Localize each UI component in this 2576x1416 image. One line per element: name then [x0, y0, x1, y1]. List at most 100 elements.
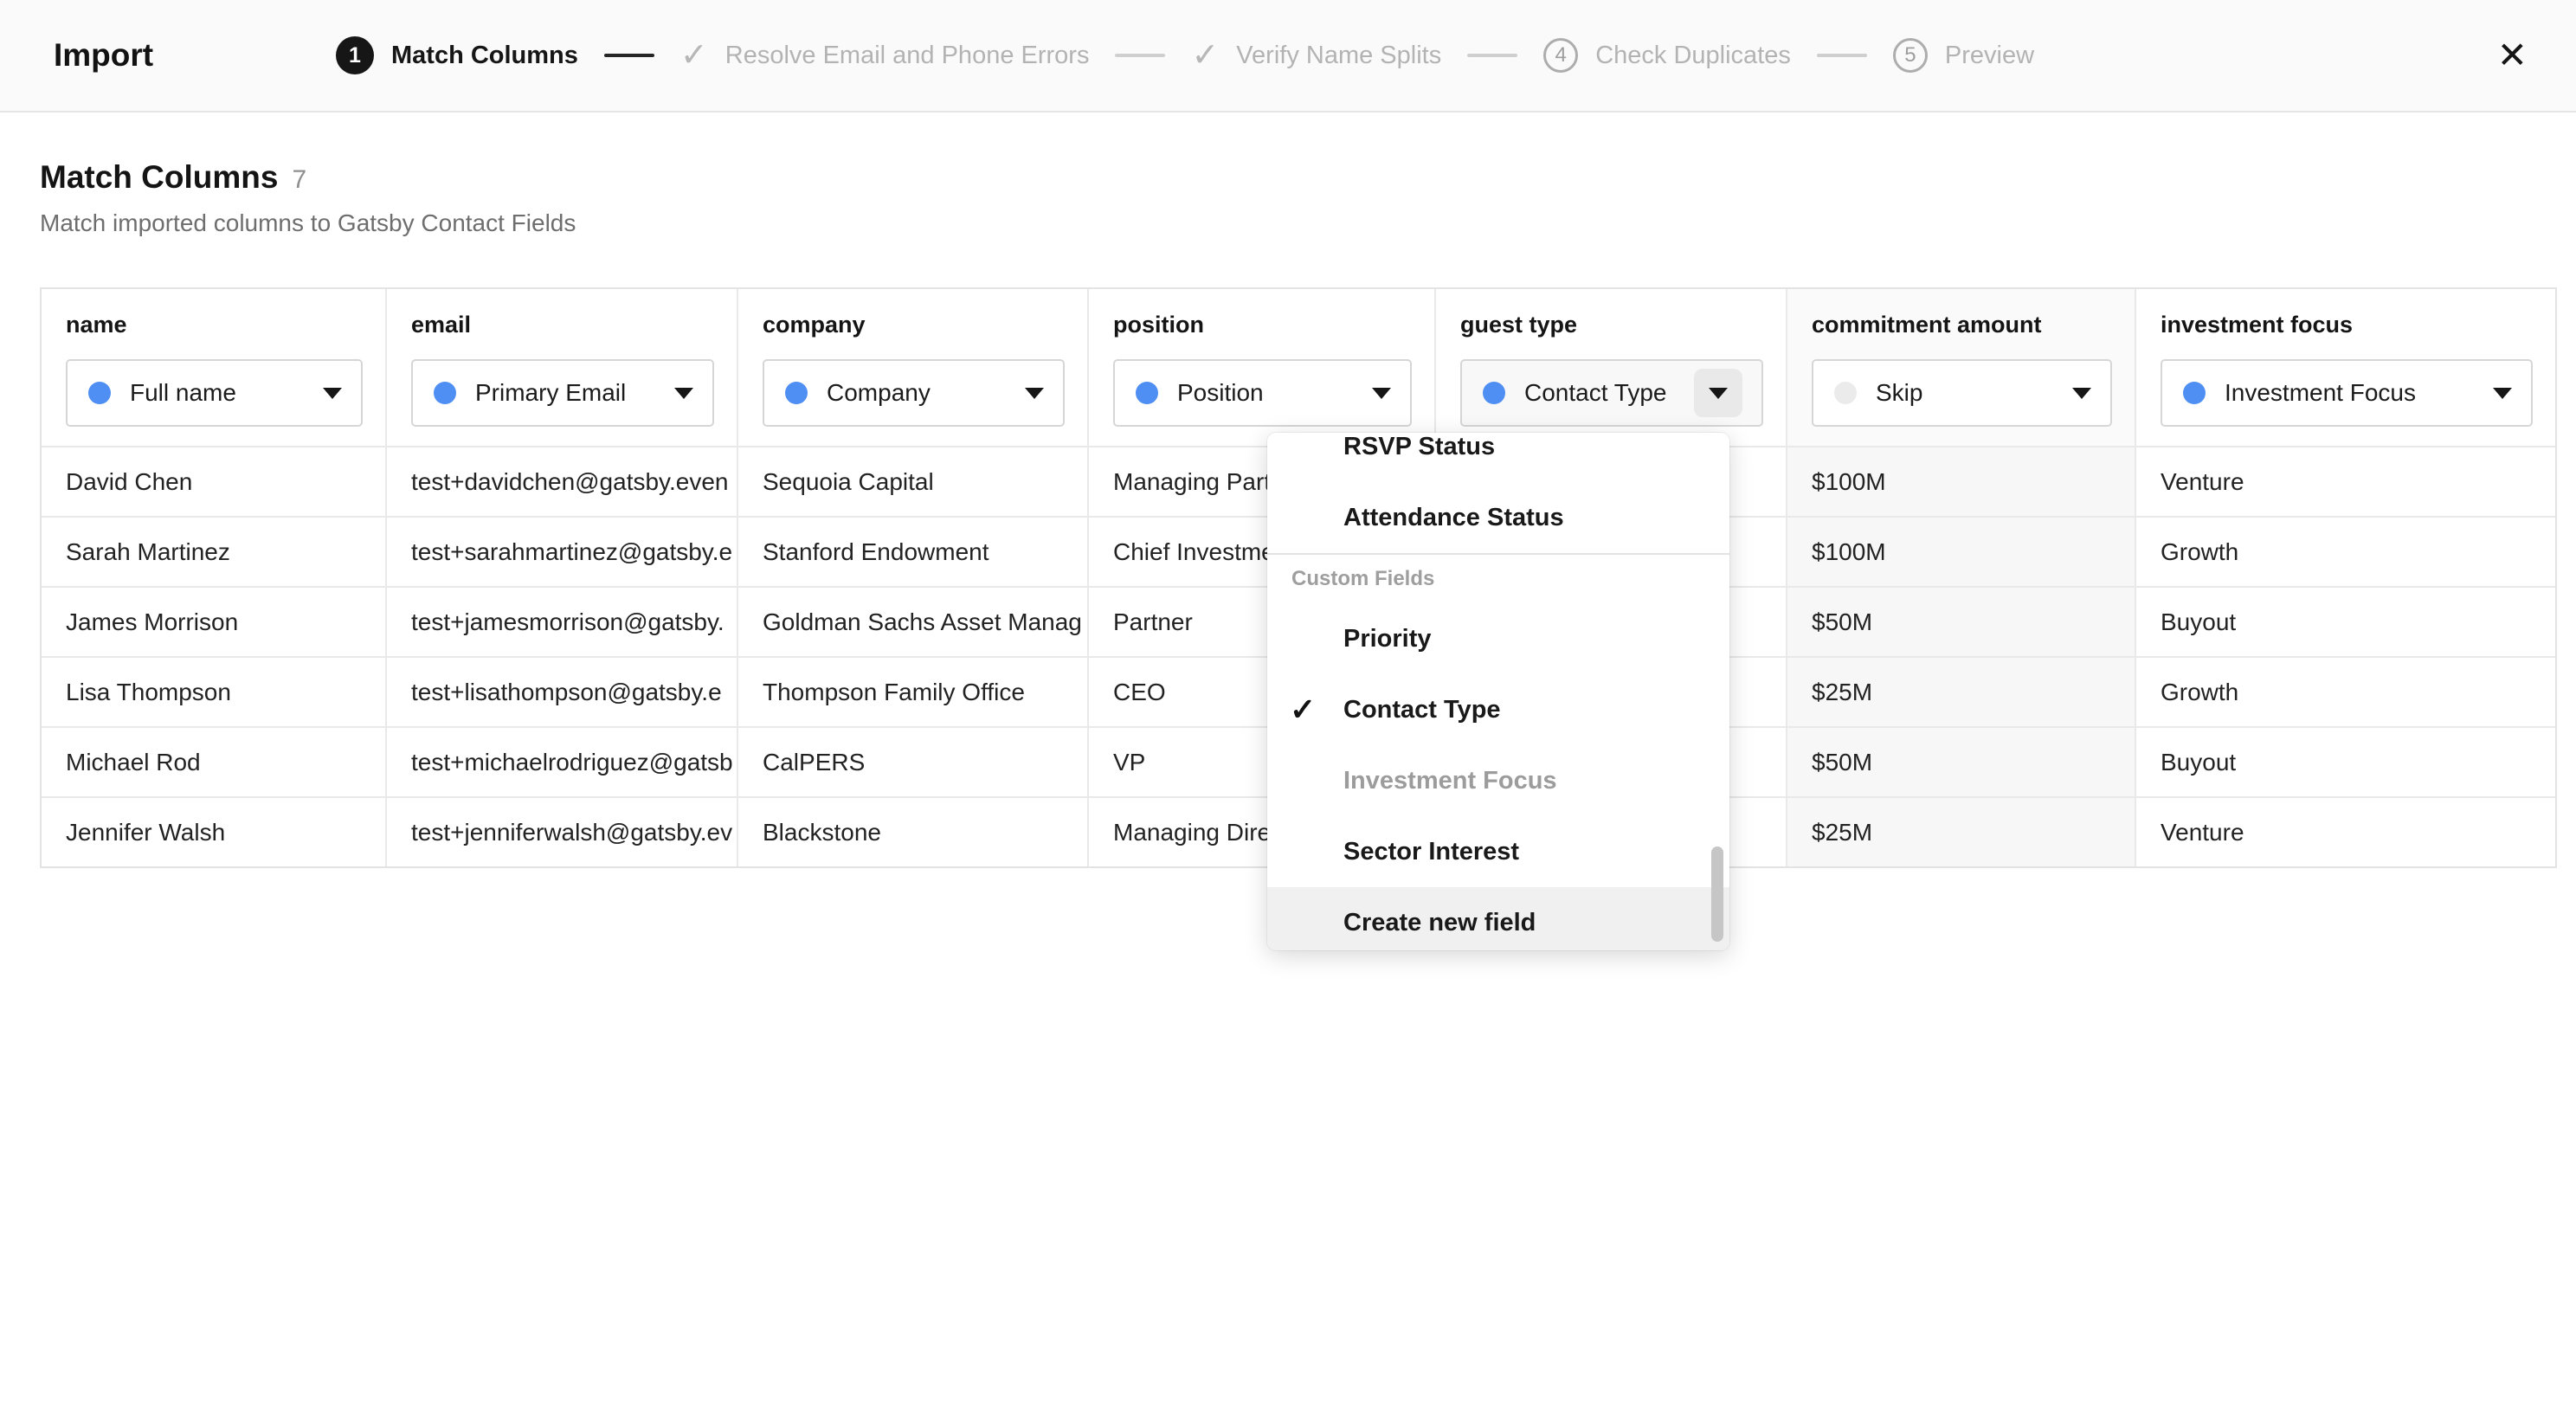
- step-label: Preview: [1945, 42, 2034, 70]
- table-cell: Growth: [2136, 518, 2555, 586]
- field-select-name[interactable]: Full name: [66, 359, 363, 427]
- step-connector: [1467, 54, 1517, 57]
- field-select-company[interactable]: Company: [763, 359, 1065, 427]
- table-cell: CalPERS: [738, 728, 1089, 796]
- step-verify-name-splits[interactable]: ✓ Verify Name Splits: [1191, 39, 1441, 72]
- column-header-investment-focus: investment focus Investment Focus: [2136, 289, 2555, 446]
- scrollbar-thumb[interactable]: [1711, 846, 1723, 942]
- table-cell: Venture: [2136, 447, 2555, 516]
- column-count: 7: [292, 165, 306, 195]
- step-connector: [1115, 54, 1165, 57]
- table-header-row: name Full name email Primary Email compa…: [42, 289, 2555, 447]
- chevron-down-icon: [1372, 388, 1391, 399]
- menu-item-contact-type[interactable]: ✓ Contact Type: [1267, 674, 1729, 745]
- table-cell: David Chen: [42, 447, 387, 516]
- mapped-field-dot: [434, 382, 456, 404]
- table-cell: test+jenniferwalsh@gatsby.ev: [387, 798, 738, 866]
- field-select-commitment-amount[interactable]: Skip: [1812, 359, 2112, 427]
- skip-field-dot: [1834, 382, 1857, 404]
- table-cell: test+jamesmorrison@gatsby.: [387, 588, 738, 656]
- menu-item-rsvp-status[interactable]: RSVP Status: [1267, 433, 1729, 482]
- step-number-badge: 5: [1893, 38, 1928, 73]
- table-cell: Stanford Endowment: [738, 518, 1089, 586]
- chevron-down-icon: [323, 388, 342, 399]
- table-cell: James Morrison: [42, 588, 387, 656]
- table-cell: $25M: [1787, 798, 2136, 866]
- field-select-investment-focus[interactable]: Investment Focus: [2161, 359, 2533, 427]
- table-cell: Growth: [2136, 658, 2555, 726]
- table-cell: $50M: [1787, 728, 2136, 796]
- match-columns-section: Match Columns 7 Match imported columns t…: [0, 159, 2576, 237]
- table-cell: Michael Rod: [42, 728, 387, 796]
- table-cell: Goldman Sachs Asset Manag: [738, 588, 1089, 656]
- step-indicator: 1 Match Columns ✓ Resolve Email and Phon…: [336, 36, 2034, 74]
- mapped-field-dot: [88, 382, 111, 404]
- section-subtitle: Match imported columns to Gatsby Contact…: [40, 209, 2576, 237]
- field-select-email[interactable]: Primary Email: [411, 359, 714, 427]
- check-icon: ✓: [1290, 692, 1316, 728]
- table-cell: Buyout: [2136, 728, 2555, 796]
- table-cell: Jennifer Walsh: [42, 798, 387, 866]
- menu-group-label: Custom Fields: [1267, 555, 1729, 603]
- step-connector: [1817, 54, 1867, 57]
- step-label: Check Duplicates: [1595, 42, 1791, 70]
- chevron-down-icon: [1694, 369, 1742, 417]
- page-title: Import: [0, 37, 336, 74]
- table-cell: $100M: [1787, 518, 2136, 586]
- table-cell: Buyout: [2136, 588, 2555, 656]
- table-cell: Thompson Family Office: [738, 658, 1089, 726]
- column-header-company: company Company: [738, 289, 1089, 446]
- chevron-down-icon: [2493, 388, 2512, 399]
- table-cell: Blackstone: [738, 798, 1089, 866]
- step-number-badge: 4: [1543, 38, 1578, 73]
- table-cell: test+davidchen@gatsby.even: [387, 447, 738, 516]
- field-dropdown-menu: RSVP Status Attendance Status Custom Fie…: [1267, 433, 1729, 950]
- step-label: Verify Name Splits: [1236, 42, 1441, 70]
- chevron-down-icon: [674, 388, 693, 399]
- import-wizard: Import 1 Match Columns ✓ Resolve Email a…: [0, 0, 2576, 1416]
- column-header-position: position Position: [1089, 289, 1436, 446]
- menu-item-attendance-status[interactable]: Attendance Status: [1267, 482, 1729, 553]
- chevron-down-icon: [2072, 388, 2091, 399]
- table-cell: $50M: [1787, 588, 2136, 656]
- table-cell: Venture: [2136, 798, 2555, 866]
- chevron-down-icon: [1025, 388, 1044, 399]
- column-header-email: email Primary Email: [387, 289, 738, 446]
- field-select-position[interactable]: Position: [1113, 359, 1412, 427]
- table-cell: test+sarahmartinez@gatsby.e: [387, 518, 738, 586]
- menu-item-create-new-field[interactable]: Create new field: [1267, 887, 1729, 950]
- field-dropdown-list: RSVP Status Attendance Status Custom Fie…: [1267, 433, 1729, 950]
- step-label: Resolve Email and Phone Errors: [725, 42, 1090, 70]
- step-match-columns[interactable]: 1 Match Columns: [336, 36, 578, 74]
- check-icon: ✓: [680, 39, 708, 72]
- step-connector: [604, 54, 654, 57]
- table-cell: Sarah Martinez: [42, 518, 387, 586]
- menu-item-investment-focus[interactable]: Investment Focus: [1267, 745, 1729, 816]
- mapped-field-dot: [1136, 382, 1158, 404]
- table-cell: Sequoia Capital: [738, 447, 1089, 516]
- mapped-field-dot: [2183, 382, 2206, 404]
- step-label: Match Columns: [391, 42, 578, 70]
- close-icon[interactable]: ✕: [2494, 34, 2531, 77]
- step-check-duplicates[interactable]: 4 Check Duplicates: [1543, 38, 1791, 73]
- table-cell: test+michaelrodriguez@gatsb: [387, 728, 738, 796]
- mapped-field-dot: [1483, 382, 1505, 404]
- wizard-header: Import 1 Match Columns ✓ Resolve Email a…: [0, 0, 2576, 113]
- table-cell: $25M: [1787, 658, 2136, 726]
- section-title: Match Columns: [40, 159, 278, 196]
- field-select-guest-type[interactable]: Contact Type: [1460, 359, 1763, 427]
- column-header-commitment-amount: commitment amount Skip: [1787, 289, 2136, 446]
- step-number-badge: 1: [336, 36, 374, 74]
- table-cell: test+lisathompson@gatsby.e: [387, 658, 738, 726]
- table-cell: $100M: [1787, 447, 2136, 516]
- step-resolve-errors[interactable]: ✓ Resolve Email and Phone Errors: [680, 39, 1090, 72]
- column-header-guest-type: guest type Contact Type: [1436, 289, 1787, 446]
- table-cell: Lisa Thompson: [42, 658, 387, 726]
- check-icon: ✓: [1191, 39, 1219, 72]
- column-header-name: name Full name: [42, 289, 387, 446]
- step-preview[interactable]: 5 Preview: [1893, 38, 2034, 73]
- menu-item-priority[interactable]: Priority: [1267, 603, 1729, 674]
- section-heading: Match Columns 7: [40, 159, 2576, 196]
- menu-item-sector-interest[interactable]: Sector Interest: [1267, 816, 1729, 887]
- mapped-field-dot: [785, 382, 808, 404]
